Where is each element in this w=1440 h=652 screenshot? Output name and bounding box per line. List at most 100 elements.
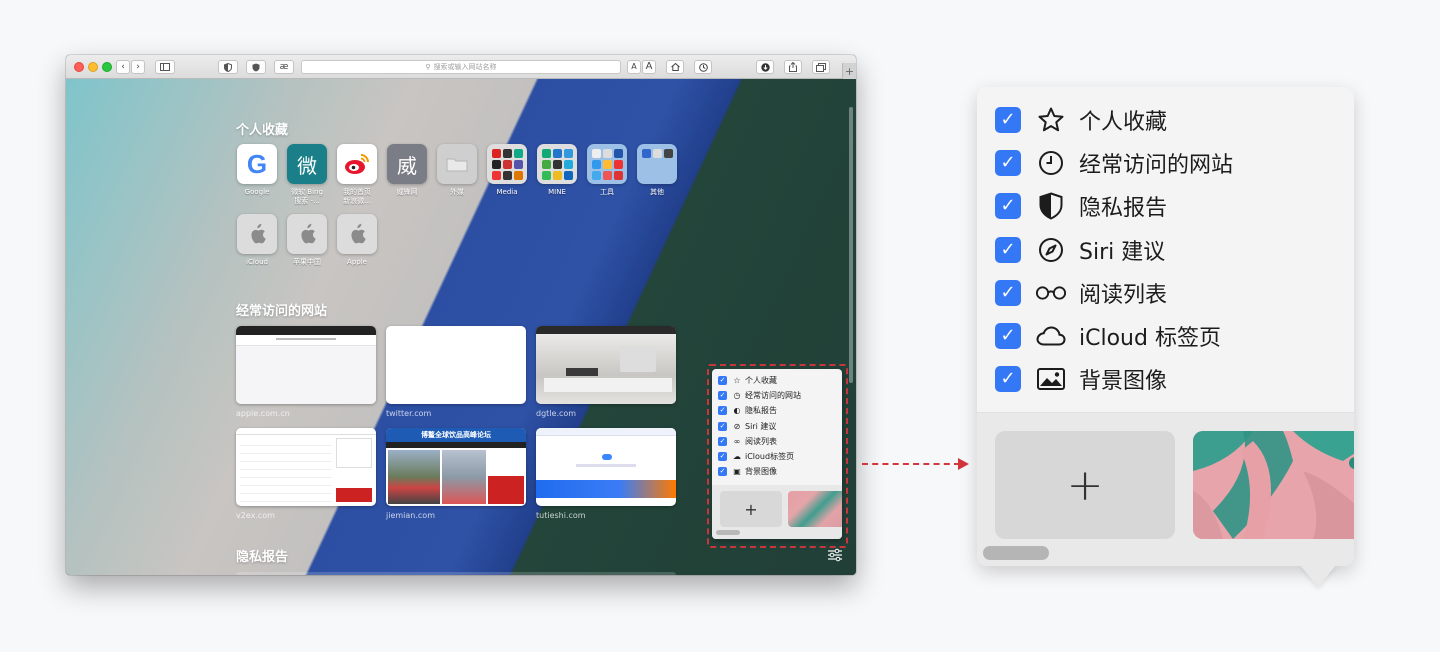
favorite-folder-other[interactable]: 其他 [636, 144, 678, 197]
favorite-folder-media[interactable]: Media [486, 144, 528, 197]
image-icon [1035, 364, 1067, 394]
customize-button[interactable] [826, 548, 844, 566]
frequent-title: 经常访问的网站 [236, 304, 328, 319]
highlight-dashed-box [707, 364, 848, 548]
favorite-apple-china[interactable]: 苹果中国 [286, 214, 328, 267]
address-bar[interactable]: ⚲ 搜索或输入网站名称 [301, 60, 621, 74]
share-button[interactable] [784, 60, 802, 74]
chevron-left-icon: ‹ [121, 61, 125, 72]
frequent-site-twitter[interactable]: twitter.com [386, 326, 526, 418]
option-icloud-tabs[interactable]: ✓ iCloud 标签页 [977, 314, 1354, 357]
folder-grid-icon [591, 148, 623, 180]
weibo-icon [345, 154, 369, 174]
search-icon: ⚲ [425, 63, 431, 71]
background-thumbnail[interactable] [1193, 431, 1354, 539]
frequent-site-dgtle[interactable]: dgtle.com [536, 326, 676, 418]
share-icon [789, 62, 797, 72]
add-background-button[interactable]: + [995, 431, 1175, 539]
horizontal-scrollbar[interactable] [983, 546, 1049, 560]
close-window-button[interactable] [74, 62, 84, 72]
zoom-window-button[interactable] [102, 62, 112, 72]
home-button[interactable] [666, 60, 684, 74]
option-favorites[interactable]: ✓ 个人收藏 [977, 98, 1354, 141]
back-button[interactable]: ‹ [116, 60, 130, 74]
favorite-google[interactable]: G Google [236, 144, 278, 197]
history-button[interactable] [694, 60, 712, 74]
option-background[interactable]: ✓ 背景图像 [977, 358, 1354, 401]
option-frequent[interactable]: ✓ 经常访问的网站 [977, 141, 1354, 184]
favorite-bing[interactable]: 微 微软 Bing 搜索 -... [286, 144, 328, 206]
favorite-folder-waimei[interactable]: 外媒 [436, 144, 478, 197]
folder-grid-icon [541, 148, 573, 180]
privacy-title: 隐私报告 [236, 550, 289, 565]
sliders-icon [828, 548, 842, 562]
customize-popover-zoomed: ✓ 个人收藏 ✓ 经常访问的网站 ✓ 隐私报告 ✓ Siri 建议 ✓ 阅读列表… [977, 87, 1354, 566]
downloads-button[interactable] [756, 60, 774, 74]
ae-extension-button[interactable]: æ [274, 60, 294, 74]
cloud-icon [1035, 321, 1067, 351]
shield-extension-button[interactable] [218, 60, 238, 74]
frequent-site-jiemian[interactable]: 博鳌全球饮品高峰论坛 jiemian.com [386, 428, 526, 520]
apple-logo-icon [301, 223, 316, 244]
feng-icon: 威 [397, 153, 417, 178]
cloud-icon [602, 454, 612, 460]
favorite-weibo[interactable]: 我的首页 新浪微... [336, 144, 378, 206]
glasses-icon [1035, 278, 1067, 308]
checkbox[interactable]: ✓ [995, 106, 1021, 133]
jiemian-banner: 博鳌全球饮品高峰论坛 [386, 428, 526, 442]
option-privacy[interactable]: ✓ 隐私报告 [977, 185, 1354, 228]
checkbox[interactable]: ✓ [995, 366, 1021, 393]
minimize-window-button[interactable] [88, 62, 98, 72]
page-scrollbar[interactable] [849, 107, 853, 383]
star-icon [1035, 105, 1067, 135]
checkbox[interactable]: ✓ [995, 236, 1021, 263]
ublock-icon [252, 63, 260, 71]
apple-logo-icon [351, 223, 366, 244]
ublock-extension-button[interactable] [246, 60, 266, 74]
favorites-title: 个人收藏 [236, 123, 289, 138]
frequent-site-v2ex[interactable]: v2ex.com [236, 428, 376, 520]
toolbar: ‹ › æ ⚲ 搜索或输入网站名称 A A + [66, 55, 856, 79]
checkbox[interactable]: ✓ [995, 193, 1021, 220]
tab-overview-button[interactable] [812, 60, 830, 74]
checkbox[interactable]: ✓ [995, 149, 1021, 176]
zoom-connector-line [862, 463, 960, 465]
popover-tail [1300, 565, 1336, 587]
bing-icon: 微 [297, 153, 317, 178]
favorite-feng[interactable]: 威 威锋网 [386, 144, 428, 197]
butterfly-wallpaper-image [1193, 431, 1354, 539]
folder-grid-icon [641, 148, 673, 180]
favorite-folder-mine[interactable]: MINE [536, 144, 578, 197]
text-smaller-button[interactable]: A [627, 60, 641, 74]
checkbox[interactable]: ✓ [995, 279, 1021, 306]
forward-button[interactable]: › [131, 60, 145, 74]
clock-icon [1035, 148, 1067, 178]
plus-icon: + [844, 64, 855, 78]
google-icon: G [246, 148, 268, 179]
address-placeholder: 搜索或输入网站名称 [433, 63, 497, 71]
text-larger-button[interactable]: A [642, 60, 656, 74]
privacy-card[interactable] [236, 572, 676, 575]
folder-grid-icon [491, 148, 523, 180]
new-tab-button[interactable]: + [842, 63, 856, 79]
favorite-icloud[interactable]: iCloud [236, 214, 278, 267]
sidebar-button[interactable] [155, 60, 175, 74]
tabs-icon [816, 62, 826, 72]
clock-icon [698, 62, 708, 72]
background-picker: + [977, 412, 1354, 566]
apple-logo-icon [251, 223, 266, 244]
sidebar-icon [160, 63, 170, 71]
frequent-site-tutieshi[interactable]: tutieshi.com [536, 428, 676, 520]
home-icon [670, 63, 680, 71]
shield-icon [1035, 191, 1067, 221]
chevron-right-icon: › [136, 61, 140, 72]
arrow-right-icon [958, 458, 969, 470]
option-reading-list[interactable]: ✓ 阅读列表 [977, 271, 1354, 314]
option-siri[interactable]: ✓ Siri 建议 [977, 228, 1354, 271]
checkbox[interactable]: ✓ [995, 323, 1021, 350]
folder-icon [446, 158, 468, 172]
favorite-folder-tools[interactable]: 工具 [586, 144, 628, 197]
favorite-apple[interactable]: Apple [336, 214, 378, 267]
frequent-site-apple[interactable]: apple.com.cn [236, 326, 376, 418]
ae-label: æ [279, 61, 289, 72]
